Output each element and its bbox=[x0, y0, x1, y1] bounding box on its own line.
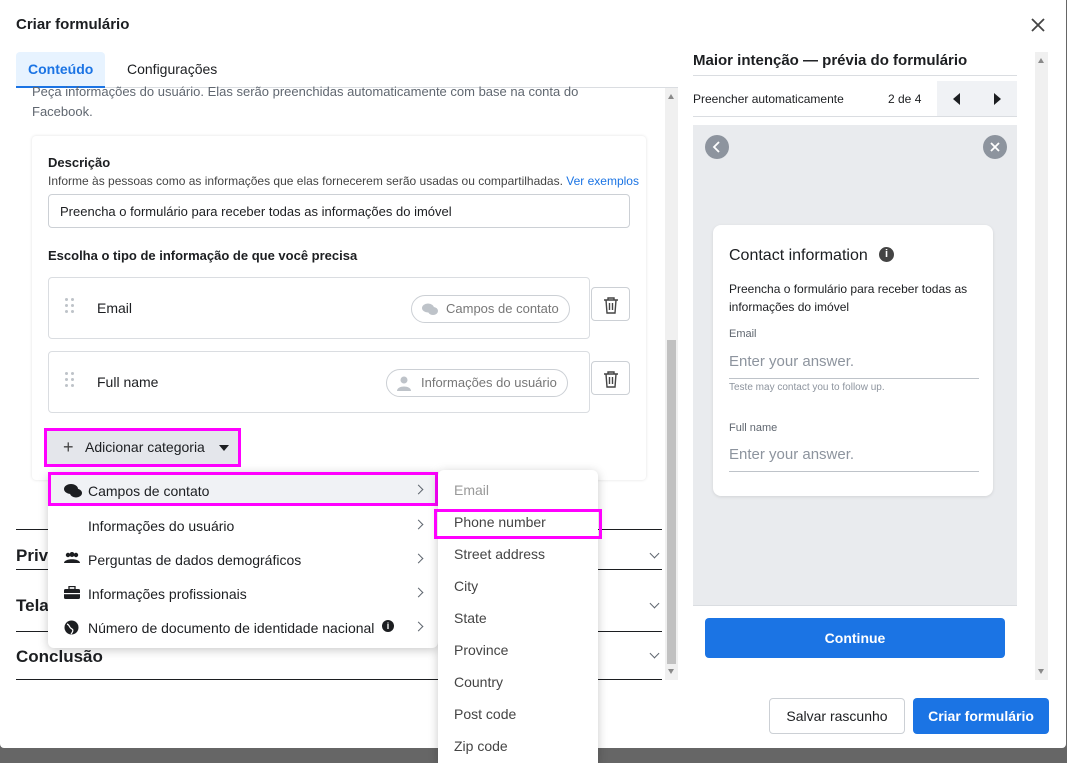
user-icon bbox=[397, 376, 411, 391]
menu-item-label: Informações profissionais bbox=[88, 586, 247, 602]
form-preview: Contact information i Preencha o formulá… bbox=[693, 125, 1017, 605]
save-draft-button[interactable]: Salvar rascunho bbox=[769, 698, 905, 734]
menu-item-user-info[interactable]: Informações do usuário bbox=[48, 508, 438, 542]
preview-card-text: Preencha o formulário para receber todas… bbox=[729, 282, 968, 314]
preview-email-note: Teste may contact you to follow up. bbox=[729, 382, 885, 393]
preview-heading: Maior intenção — prévia do formulário bbox=[693, 52, 968, 69]
section-title: Conclusão bbox=[16, 647, 103, 666]
category-menu: Campos de contato Informações do usuário… bbox=[48, 472, 438, 648]
menu-item-professional[interactable]: Informações profissionais bbox=[48, 576, 438, 610]
chevron-right-icon bbox=[413, 553, 424, 564]
preview-card-title: Contact information bbox=[729, 247, 868, 264]
preview-name-input[interactable]: Enter your answer. bbox=[729, 446, 979, 472]
globe-icon bbox=[64, 620, 79, 635]
scroll-down-icon[interactable] bbox=[1038, 669, 1044, 674]
info-icon[interactable]: i bbox=[879, 247, 894, 262]
chevron-down-icon bbox=[649, 548, 660, 559]
close-icon[interactable] bbox=[1027, 14, 1049, 36]
intro-text: Peça informações do usuário. Elas serão … bbox=[32, 84, 579, 119]
preview-email-input[interactable]: Enter your answer. bbox=[729, 353, 979, 379]
caret-down-icon bbox=[219, 445, 229, 451]
add-category-label: Adicionar categoria bbox=[85, 439, 205, 455]
trash-icon bbox=[604, 297, 618, 314]
caret-left-icon bbox=[953, 93, 960, 105]
category-chip-label: Campos de contato bbox=[446, 301, 559, 316]
see-examples-link[interactable]: Ver exemplos bbox=[566, 174, 639, 188]
category-chip-label: Informações do usuário bbox=[421, 375, 557, 390]
plus-icon: + bbox=[63, 437, 74, 457]
trash-icon bbox=[604, 371, 618, 388]
description-hint: Informe às pessoas como as informações q… bbox=[48, 174, 639, 188]
chevron-right-icon bbox=[413, 519, 424, 530]
chevron-right-icon bbox=[413, 587, 424, 598]
menu-item-label: Campos de contato bbox=[88, 483, 210, 499]
modal-title: Criar formulário bbox=[16, 16, 130, 33]
divider bbox=[693, 75, 1017, 76]
preview-card: Contact information i Preencha o formulá… bbox=[713, 225, 993, 496]
submenu-item-province[interactable]: Province bbox=[454, 642, 508, 658]
right-scrollbar[interactable] bbox=[1035, 52, 1048, 680]
chat-bubbles-icon bbox=[64, 484, 82, 498]
menu-item-label: Número de documento de identidade nacion… bbox=[88, 620, 375, 636]
section-title: Priv bbox=[16, 546, 49, 565]
people-icon bbox=[64, 552, 80, 563]
delete-field-button[interactable] bbox=[591, 287, 630, 321]
divider bbox=[693, 116, 1017, 117]
submenu-item-country[interactable]: Country bbox=[454, 674, 503, 690]
preview-subheading: Preencher automaticamente bbox=[693, 92, 844, 106]
create-form-button[interactable]: Criar formulário bbox=[913, 698, 1049, 734]
scroll-down-icon[interactable] bbox=[668, 669, 674, 674]
phone-number-highlight bbox=[434, 509, 602, 539]
back-icon[interactable] bbox=[705, 135, 729, 159]
preview-email-label: Email bbox=[729, 328, 757, 340]
section-title: Tela bbox=[16, 596, 49, 615]
divider bbox=[693, 605, 1017, 606]
scroll-up-icon[interactable] bbox=[668, 94, 674, 99]
field-row-full-name[interactable]: Full name Informações do usuário bbox=[48, 351, 590, 413]
create-form-modal: Criar formulário Conteúdo Configurações … bbox=[0, 0, 1066, 763]
caret-right-icon bbox=[994, 93, 1001, 105]
preview-prev-button[interactable] bbox=[937, 81, 977, 116]
submenu-item-state[interactable]: State bbox=[454, 610, 487, 626]
preview-name-label: Full name bbox=[729, 422, 778, 434]
description-label: Descrição bbox=[48, 155, 111, 170]
menu-item-label: Informações do usuário bbox=[88, 518, 235, 534]
description-input[interactable]: Preencha o formulário para receber todas… bbox=[48, 194, 630, 228]
field-name: Email bbox=[97, 300, 133, 316]
add-category-button[interactable]: + Adicionar categoria bbox=[44, 428, 241, 467]
scroll-up-icon[interactable] bbox=[1038, 58, 1044, 63]
menu-item-contact-fields[interactable]: Campos de contato bbox=[48, 472, 438, 506]
submenu-item-post-code[interactable]: Post code bbox=[454, 706, 516, 722]
submenu-item-city[interactable]: City bbox=[454, 578, 478, 594]
drag-handle-icon[interactable] bbox=[65, 298, 75, 316]
preview-continue-button[interactable]: Continue bbox=[705, 618, 1005, 658]
preview-next-button[interactable] bbox=[977, 81, 1017, 116]
delete-field-button[interactable] bbox=[591, 361, 630, 395]
field-name: Full name bbox=[97, 374, 159, 390]
submenu-item-email: Email bbox=[454, 482, 490, 498]
preview-page-indicator: 2 de 4 bbox=[888, 92, 922, 106]
category-chip: Informações do usuário bbox=[386, 369, 568, 397]
category-chip: Campos de contato bbox=[411, 295, 570, 323]
chevron-down-icon bbox=[649, 598, 660, 609]
choose-info-label: Escolha o tipo de informação de que você… bbox=[48, 248, 358, 263]
chat-bubbles-icon bbox=[422, 303, 438, 315]
field-row-email[interactable]: Email Campos de contato bbox=[48, 277, 590, 339]
drag-handle-icon[interactable] bbox=[65, 372, 75, 390]
submenu-item-zip-code[interactable]: Zip code bbox=[454, 738, 508, 754]
info-icon[interactable]: i bbox=[382, 620, 394, 632]
menu-item-national-id[interactable]: Número de documento de identidade nacion… bbox=[48, 610, 438, 644]
close-icon[interactable] bbox=[983, 135, 1007, 159]
scrollbar-thumb[interactable] bbox=[667, 340, 676, 664]
menu-item-demographics[interactable]: Perguntas de dados demográficos bbox=[48, 542, 438, 576]
left-scrollbar[interactable] bbox=[665, 88, 678, 680]
menu-item-label: Perguntas de dados demográficos bbox=[88, 552, 302, 568]
chevron-right-icon bbox=[413, 484, 424, 495]
chevron-right-icon bbox=[413, 621, 424, 632]
briefcase-icon bbox=[64, 586, 80, 599]
chevron-down-icon bbox=[649, 648, 660, 659]
submenu-item-street-address[interactable]: Street address bbox=[454, 546, 545, 562]
